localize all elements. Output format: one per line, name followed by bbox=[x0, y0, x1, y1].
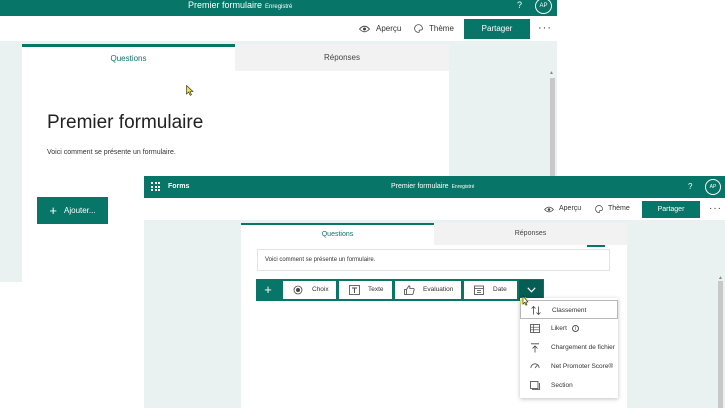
add-question-label: Ajouter... bbox=[64, 206, 96, 215]
screen: Premier formulaire Enregistré ? AP Aperçu… bbox=[0, 0, 725, 408]
choice-button[interactable]: Choix bbox=[283, 281, 336, 299]
back-theme-label: Thème bbox=[429, 24, 454, 33]
front-form-description[interactable]: Voici comment se présente un formulaire. bbox=[258, 250, 609, 270]
front-more-icon[interactable]: ··· bbox=[709, 198, 722, 219]
date-button[interactable]: Date bbox=[464, 281, 517, 299]
likert-label-text: Likert bbox=[551, 325, 567, 332]
front-command-bar: Aperçu Thème Partager ··· bbox=[144, 198, 725, 220]
back-tab-questions[interactable]: Questions bbox=[22, 44, 235, 71]
add-question-button[interactable]: + Ajouter... bbox=[37, 197, 108, 224]
menu-item-likert[interactable]: Likert i bbox=[520, 319, 618, 338]
menu-item-ranking[interactable]: Classement bbox=[520, 300, 618, 319]
date-label: Date bbox=[493, 286, 507, 293]
back-saved-status: Enregistré bbox=[265, 4, 293, 10]
back-share-button[interactable]: Partager bbox=[464, 19, 530, 39]
palette-icon bbox=[595, 205, 603, 213]
section-icon bbox=[530, 381, 540, 390]
eye-icon bbox=[359, 25, 370, 32]
menu-item-section[interactable]: Section bbox=[520, 376, 618, 395]
front-share-button[interactable]: Partager bbox=[642, 201, 700, 218]
front-help-icon[interactable]: ? bbox=[688, 176, 692, 198]
choice-label: Choix bbox=[312, 286, 329, 293]
front-saved-status: Enregistré bbox=[451, 184, 475, 190]
palette-icon bbox=[414, 24, 423, 33]
question-type-menu: Classement Likert i Chargement de fichier… bbox=[520, 298, 618, 398]
back-preview-label: Aperçu bbox=[376, 24, 402, 33]
front-tab-responses[interactable]: Réponses bbox=[434, 223, 627, 245]
back-scrollbar[interactable] bbox=[550, 78, 555, 178]
front-preview-button[interactable]: Aperçu bbox=[544, 198, 581, 220]
front-scrollbar[interactable] bbox=[718, 281, 723, 408]
nps-icon bbox=[530, 363, 540, 369]
thumbs-up-icon bbox=[404, 285, 415, 295]
radio-icon bbox=[293, 285, 303, 295]
front-theme-label: Thème bbox=[608, 205, 630, 212]
mouse-cursor-icon bbox=[520, 295, 529, 306]
back-command-bar: Aperçu Thème Partager ··· bbox=[0, 16, 557, 41]
back-theme-button[interactable]: Thème bbox=[414, 16, 454, 41]
menu-item-label: Section bbox=[551, 382, 573, 389]
app-name[interactable]: Forms bbox=[168, 176, 189, 198]
menu-item-label: Chargement de fichier bbox=[551, 344, 615, 351]
back-title-text: Premier formulaire bbox=[188, 0, 263, 10]
menu-item-file-upload[interactable]: Chargement de fichier bbox=[520, 338, 618, 357]
front-theme-button[interactable]: Thème bbox=[595, 198, 630, 220]
likert-icon bbox=[530, 324, 540, 333]
front-title-text: Premier formulaire bbox=[391, 183, 449, 190]
menu-item-label: Classement bbox=[552, 307, 587, 314]
eye-icon bbox=[544, 206, 554, 212]
menu-item-nps[interactable]: Net Promoter Score® bbox=[520, 357, 618, 376]
responses-indicator bbox=[587, 245, 605, 247]
rating-button[interactable]: Evaluation bbox=[395, 281, 461, 299]
question-type-bar: + Choix Texte Evaluation Date bbox=[256, 279, 544, 301]
front-avatar[interactable]: AP bbox=[705, 179, 721, 195]
text-label: Texte bbox=[368, 286, 384, 293]
chevron-down-icon bbox=[526, 287, 536, 293]
rating-label: Evaluation bbox=[423, 286, 454, 293]
text-button[interactable]: Texte bbox=[339, 281, 392, 299]
back-form-title-header: Premier formulaire Enregistré bbox=[188, 0, 292, 13]
text-box-icon bbox=[349, 285, 360, 295]
info-icon[interactable]: i bbox=[571, 324, 579, 332]
calendar-icon bbox=[474, 285, 484, 295]
back-avatar[interactable]: AP bbox=[535, 0, 552, 14]
menu-item-label: Net Promoter Score® bbox=[551, 363, 614, 370]
add-icon[interactable]: + bbox=[256, 279, 280, 301]
front-preview-label: Aperçu bbox=[559, 205, 582, 212]
front-window: Forms Premier formulaire Enregistré ? AP … bbox=[144, 176, 725, 408]
menu-item-label: Likert i bbox=[551, 319, 579, 338]
ranking-icon bbox=[531, 306, 541, 315]
back-form-description[interactable]: Voici comment se présente un formulaire. bbox=[47, 149, 176, 156]
mouse-cursor-icon bbox=[186, 85, 194, 96]
back-tab-responses[interactable]: Réponses bbox=[235, 44, 449, 71]
back-top-bar: Premier formulaire Enregistré ? AP bbox=[0, 0, 557, 16]
plus-icon: + bbox=[49, 203, 57, 218]
front-top-bar: Forms Premier formulaire Enregistré ? AP bbox=[144, 176, 725, 198]
back-form-title[interactable]: Premier formulaire bbox=[47, 112, 203, 134]
back-more-icon[interactable]: ··· bbox=[538, 16, 552, 40]
front-form-title-header: Premier formulaire Enregistré bbox=[391, 176, 474, 198]
back-help-icon[interactable]: ? bbox=[517, 0, 522, 10]
back-scroll-up-icon[interactable]: ▲ bbox=[549, 70, 554, 76]
upload-icon bbox=[531, 343, 539, 353]
back-preview-button[interactable]: Aperçu bbox=[359, 16, 401, 41]
front-tab-questions[interactable]: Questions bbox=[241, 223, 434, 245]
app-launcher-icon[interactable] bbox=[151, 182, 160, 191]
